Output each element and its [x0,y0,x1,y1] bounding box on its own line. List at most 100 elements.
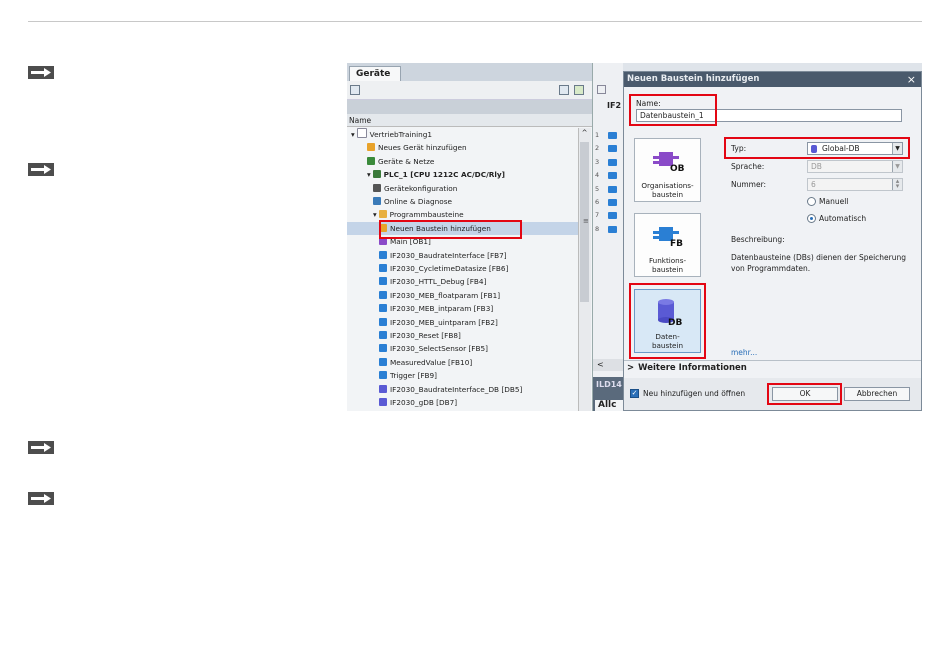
block-icon [608,132,617,139]
scroll-left-icon[interactable]: < [597,359,604,371]
arrow-right-icon [31,165,51,174]
radio-manual-label: Manuell [819,197,849,206]
ob-block-icon: OB [653,152,685,173]
highlight-type [724,137,910,159]
block-icon [608,225,617,233]
block-list-row[interactable]: 6 [593,198,623,208]
arrow-right-icon [31,494,51,503]
scroll-up-icon[interactable]: ^ [580,129,589,140]
language-value: DB [811,162,822,171]
tree-item[interactable]: ▾ VertriebTraining1 [351,128,432,141]
tree-item-label: IF2030_CycletimeDatasize [FB6] [390,264,509,273]
ob-label-2: baustein [651,190,684,199]
grid-icon[interactable] [350,85,360,95]
expand-icon[interactable]: ▾ [351,130,355,139]
fb-icon [379,264,387,272]
block-icon [608,145,617,153]
language-select[interactable]: DB ▼ [807,160,903,173]
tree-item[interactable]: Online & Diagnose [373,195,452,208]
tree-item-label: Neues Gerät hinzufügen [378,143,467,153]
block-list-row[interactable]: 8 [593,225,623,235]
dialog-title: Neuen Baustein hinzufügen [624,72,921,87]
tree-item-label: MeasuredValue [FB10] [390,357,473,367]
bottom-tab[interactable]: Allc [595,400,623,411]
tree-item[interactable]: IF2030_SelectSensor [FB5] [379,342,488,355]
db-icon [379,384,387,393]
tree-item[interactable]: Gerätekonfiguration [373,182,457,195]
tree-item[interactable]: IF2030_gDB [DB7] [379,396,457,409]
horizontal-scrollbar[interactable]: < [593,359,623,371]
row-number: 5 [595,184,600,193]
expand-icon[interactable]: ▾ [373,210,377,219]
row-number: 8 [595,224,600,233]
step-arrow-1 [28,66,54,79]
tree-item-label: IF2030_gDB [DB7] [390,398,458,407]
radio-manual[interactable] [807,197,816,206]
tree-item-label: IF2030_MEB_uintparam [FB2] [390,317,498,327]
network-icon [367,156,375,165]
radio-automatic[interactable] [807,214,816,223]
tree-item-label: IF2030_BaudrateInterface_DB [DB5] [390,384,523,394]
tree-item-label: Programmbausteine [389,210,464,220]
chevron-down-icon[interactable]: ▼ [892,161,902,172]
block-icon [608,199,617,206]
stepper-arrows-icon[interactable]: ▴ ▾ [892,178,902,190]
dialog-footer: ✓ Neu hinzufügen und öffnen OK Abbrechen [624,378,921,410]
chevron-right-icon[interactable]: > [624,363,638,373]
tree-item-label: IF2030_MEB_floatparam [FB1] [390,290,501,300]
fb-block-button[interactable]: FB Funktions- baustein [634,213,701,277]
export-icon[interactable] [574,85,584,95]
bottom-panel-label: ILD14 [596,380,622,389]
block-list-row[interactable]: 2 [593,144,623,154]
splitter-handle-icon[interactable]: ≡ [583,217,589,225]
tree-item[interactable]: IF2030_MEB_intparam [FB3] [379,302,493,315]
open-checkbox[interactable]: ✓ [630,389,639,398]
highlight-name [629,94,717,126]
tree-item[interactable]: Neues Gerät hinzufügen [367,141,467,154]
block-list-row[interactable]: 3 [593,158,623,168]
tree-item[interactable]: IF2030_HTTL_Debug [FB4] [379,275,486,288]
tree-item[interactable]: Geräte & Netze [367,155,434,168]
diagnostic-icon [373,197,381,205]
tree-item[interactable]: MeasuredValue [FB10] [379,356,472,369]
block-list-row[interactable]: 1 [593,131,623,141]
cancel-button[interactable]: Abbrechen [844,387,910,401]
number-stepper[interactable]: 6 ▴ ▾ [807,178,903,191]
tree-item[interactable]: Trigger [FB9] [379,369,437,382]
block-icon [608,185,617,193]
fb-icon [379,290,387,299]
tree-item-label: IF2030_MEB_intparam [FB3] [390,304,494,314]
add-block-dialog: Neuen Baustein hinzufügen × Name: Datenb… [623,71,922,411]
view-icon[interactable] [559,85,569,95]
row-number: 2 [595,144,600,153]
tab-devices[interactable]: Geräte [349,66,401,81]
expand-icon[interactable]: ▾ [367,170,371,179]
step-arrow-4 [28,492,54,505]
more-link[interactable]: mehr... [731,348,757,357]
tree-item[interactable]: IF2030_MEB_uintparam [FB2] [379,316,498,329]
more-info-expander[interactable]: > Weitere Informationen [624,362,921,375]
step-arrow-3 [28,441,54,454]
toolbar-icon[interactable] [597,85,606,94]
fb-label-2: baustein [651,265,684,274]
block-list-row[interactable]: 4 [593,171,623,181]
tree-item[interactable]: IF2030_BaudrateInterface [FB7] [379,249,507,262]
tree-item[interactable]: IF2030_BaudrateInterface_DB [DB5] [379,383,522,396]
highlight-add-block [379,220,522,239]
tree-item[interactable]: IF2030_MEB_floatparam [FB1] [379,289,500,302]
block-list-row[interactable]: 5 [593,185,623,195]
ob-block-button[interactable]: OB Organisations- baustein [634,138,701,202]
block-list-row[interactable]: 7 [593,211,623,221]
tia-portal-screenshot: Geräte Name ▾ VertriebTraining1 Neues Gerä… [347,63,922,411]
fb-label-1: Funktions- [648,256,687,265]
close-icon[interactable]: × [907,72,916,87]
description-label: Beschreibung: [731,235,785,244]
ob-badge: OB [670,164,685,173]
tree-item[interactable]: IF2030_CycletimeDatasize [FB6] [379,262,508,275]
tree-item[interactable]: ▾ PLC_1 [CPU 1212C AC/DC/Rly] [367,168,505,181]
radio-automatic-label: Automatisch [819,214,867,223]
tree-scrollbar[interactable]: ^ [578,128,591,411]
tree-item-label: IF2030_BaudrateInterface [FB7] [390,250,507,260]
tree-item[interactable]: IF2030_Reset [FB8] [379,329,461,342]
tree-item-label: IF2030_Reset [FB8] [390,331,461,340]
